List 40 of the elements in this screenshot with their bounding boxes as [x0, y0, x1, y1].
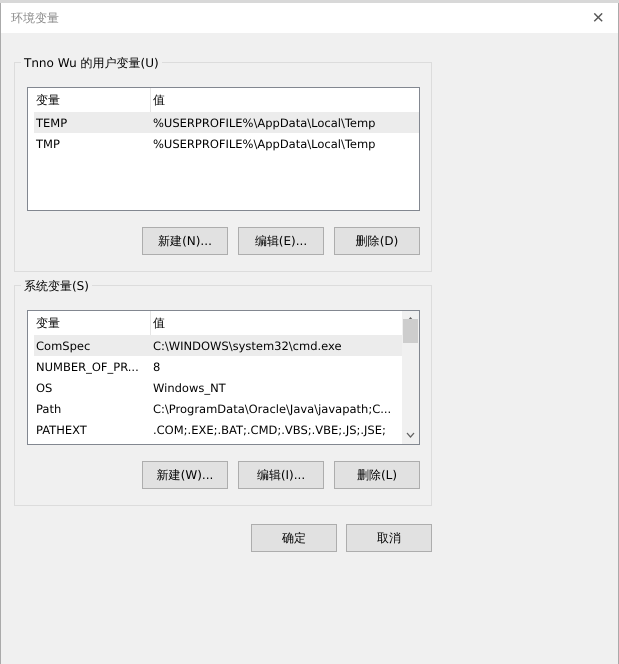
- list-row[interactable]: NUMBER_OF_PR... 8: [34, 356, 402, 377]
- variable-name: OS: [35, 380, 54, 394]
- dialog-button[interactable]: 确定: [251, 524, 337, 552]
- column-header[interactable]: 值: [151, 88, 419, 112]
- action-button[interactable]: 新建(W)...: [142, 461, 228, 489]
- list-row[interactable]: PATHEXT .COM;.EXE;.BAT;.CMD;.VBS;.VBE;.JS;.JSE;: [34, 419, 402, 440]
- scroll-thumb[interactable]: [403, 319, 418, 343]
- variable-name: NUMBER_OF_PR...: [35, 360, 140, 374]
- action-button[interactable]: 删除(L): [334, 461, 420, 489]
- variable-value: C:\WINDOWS\system32\cmd.exe: [152, 338, 343, 352]
- list-row[interactable]: OS Windows_NT: [34, 377, 402, 398]
- variable-list[interactable]: 变量 值 ComSpec C:\WINDOWS\system32\cmd.exe NUMBER_OF_PR... 8 OS Windows_NT Path C:\ProgramData\Oracle\Java\javapath;C... PATHEXT .COM;.EXE;.BAT;.CMD;.VBS;.VBE;.JS;.JSE;: [27, 310, 420, 445]
- variable-value: .COM;.EXE;.BAT;.CMD;.VBS;.VBE;.JS;.JSE;: [152, 422, 387, 436]
- close-button[interactable]: ×: [588, 8, 608, 28]
- variable-name: PATHEXT: [35, 422, 88, 436]
- variable-value: %USERPROFILE%\AppData\Local\Temp: [152, 116, 376, 130]
- variable-name: Path: [35, 402, 62, 416]
- variable-value: 8: [152, 360, 162, 374]
- scrollbar[interactable]: [402, 311, 419, 444]
- variable-value: Windows_NT: [152, 380, 227, 394]
- dialog-button[interactable]: 取消: [346, 524, 432, 552]
- action-button[interactable]: 编辑(I)...: [238, 461, 324, 489]
- variable-name: ComSpec: [35, 338, 92, 352]
- variable-name: TEMP: [35, 116, 68, 130]
- action-button[interactable]: 删除(D): [334, 227, 420, 255]
- list-row[interactable]: TMP %USERPROFILE%\AppData\Local\Temp: [34, 133, 419, 154]
- action-button[interactable]: 编辑(E)...: [238, 227, 324, 255]
- variable-value: C:\ProgramData\Oracle\Java\javapath;C...: [152, 402, 392, 416]
- window-title: 环境变量: [11, 10, 59, 26]
- variable-name: TMP: [35, 136, 61, 150]
- group-title: 系统变量(S): [21, 278, 92, 295]
- list-row[interactable]: Path C:\ProgramData\Oracle\Java\javapath;C...: [34, 398, 402, 419]
- list-row[interactable]: TEMP %USERPROFILE%\AppData\Local\Temp: [34, 112, 419, 133]
- scroll-down-icon[interactable]: [406, 432, 415, 438]
- column-header[interactable]: 值: [151, 311, 402, 335]
- group-title: Tnno Wu 的用户变量(U): [21, 55, 162, 72]
- action-button[interactable]: 新建(N)...: [142, 227, 228, 255]
- list-row[interactable]: ComSpec C:\WINDOWS\system32\cmd.exe: [34, 335, 402, 356]
- variable-list[interactable]: 变量 值 TEMP %USERPROFILE%\AppData\Local\Temp TMP %USERPROFILE%\AppData\Local\Temp: [27, 87, 420, 211]
- variable-value: %USERPROFILE%\AppData\Local\Temp: [152, 136, 376, 150]
